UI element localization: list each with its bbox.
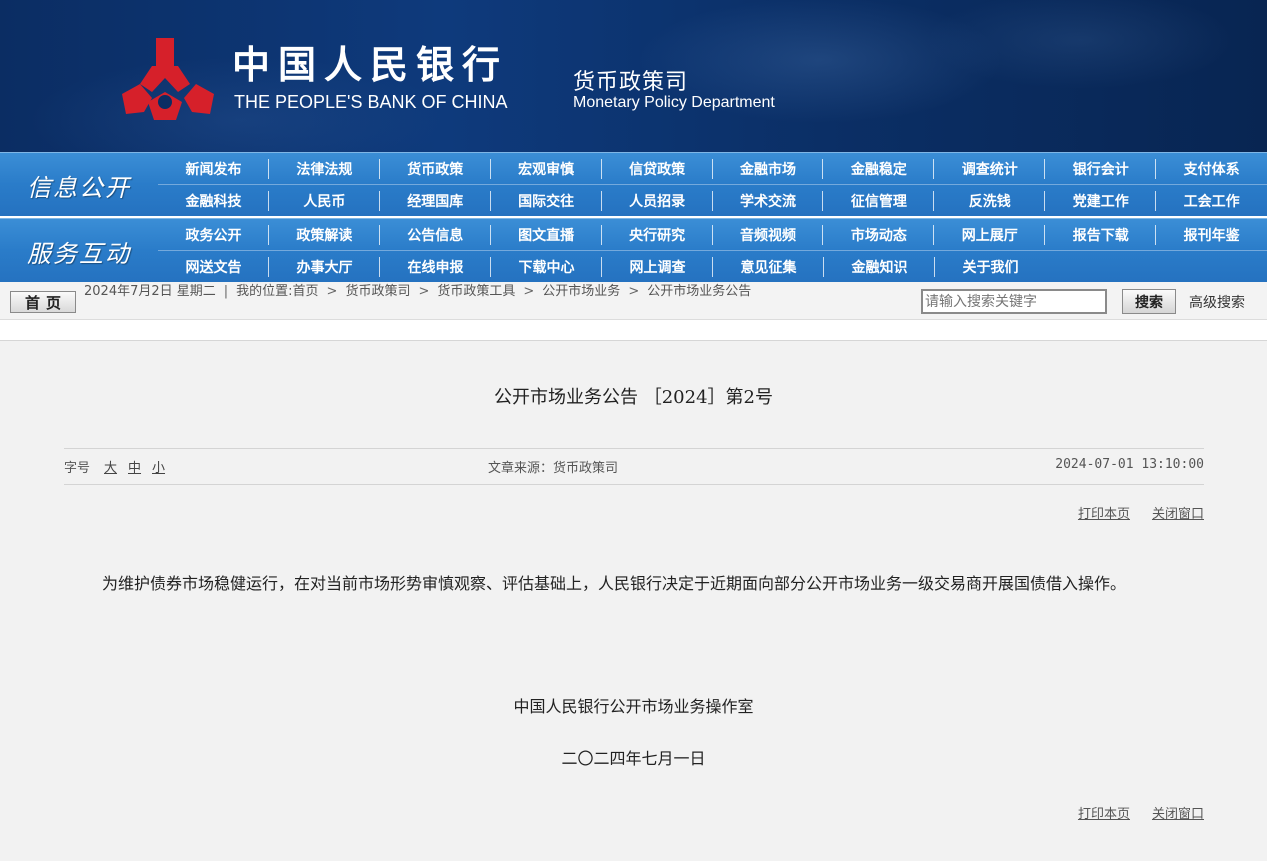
nav-item[interactable]: 关于我们 (935, 251, 1046, 283)
nav-item[interactable]: 网上展厅 (934, 219, 1046, 251)
nav-item[interactable]: 信贷政策 (602, 153, 713, 185)
nav-item[interactable]: 报刊年鉴 (1156, 219, 1267, 251)
nav-section-title-service: 服务互动 (27, 239, 131, 268)
department-name-en: Monetary Policy Department (573, 94, 775, 111)
nav-item[interactable]: 宏观审慎 (491, 153, 602, 185)
bank-name-en: THE PEOPLE'S BANK OF CHINA (234, 92, 508, 112)
site-header-banner: 中国人民银行 THE PEOPLE'S BANK OF CHINA 货币政策司 … (0, 0, 1267, 152)
font-size-small-link[interactable]: 小 (152, 457, 165, 476)
search-input[interactable] (921, 289, 1107, 314)
nav-item[interactable]: 金融知识 (824, 251, 935, 283)
article-body: 为维护债券市场稳健运行，在对当前市场形势审慎观察、评估基础上，人民银行决定于近期… (102, 574, 1127, 593)
nav-item[interactable]: 支付体系 (1156, 153, 1267, 185)
article-sign-date: 二〇二四年七月一日 (561, 749, 706, 768)
current-date: 2024年7月2日 星期二 (84, 284, 216, 299)
nav-item[interactable]: 调查统计 (934, 153, 1046, 185)
nav-item[interactable]: 货币政策 (380, 153, 491, 185)
article-actions-top: 打印本页 关闭窗口 (1056, 503, 1204, 522)
nav-item[interactable]: 党建工作 (1045, 185, 1157, 217)
nav-item[interactable]: 在线申报 (380, 251, 491, 283)
nav-item[interactable]: 下载中心 (491, 251, 602, 283)
divider (64, 484, 1204, 485)
print-page-link[interactable]: 打印本页 (1078, 507, 1130, 522)
article-signature: 中国人民银行公开市场业务操作室 (513, 697, 754, 716)
nav-item[interactable]: 图文直播 (491, 219, 602, 251)
nav-item[interactable]: 学术交流 (713, 185, 824, 217)
department-name-cn: 货币政策司 (573, 70, 689, 95)
article-title: 公开市场业务公告 ［2024］第2号 (494, 387, 773, 408)
nav-item[interactable]: 反洗钱 (934, 185, 1046, 217)
nav-item[interactable]: 公告信息 (380, 219, 491, 251)
nav-item[interactable]: 金融市场 (713, 153, 824, 185)
breadcrumb-home-link[interactable]: 我的位置:首页 (236, 284, 318, 299)
print-page-link[interactable]: 打印本页 (1078, 807, 1130, 822)
chevron-right-icon: > (326, 284, 338, 299)
nav-info-disclosure: 信息公开 新闻发布 法律法规 货币政策 宏观审慎 信贷政策 金融市场 金融稳定 … (0, 152, 1267, 216)
nav-item[interactable]: 银行会计 (1045, 153, 1157, 185)
home-button[interactable]: 首页 (10, 291, 76, 313)
article-source: 文章来源：货币政策司 (488, 461, 619, 476)
nav-item[interactable]: 央行研究 (602, 219, 713, 251)
chevron-right-icon: > (523, 284, 535, 299)
nav-row: 金融科技 人民币 经理国库 国际交往 人员招录 学术交流 征信管理 反洗钱 党建… (158, 185, 1267, 217)
divider (64, 448, 1204, 449)
article-meta: 字号 大 中 小 文章来源：货币政策司 2024-07-01 13:10:00 (64, 457, 1204, 477)
nav-item[interactable]: 工会工作 (1156, 185, 1267, 217)
nav-item[interactable]: 政务公开 (158, 219, 269, 251)
nav-item[interactable]: 政策解读 (269, 219, 380, 251)
chevron-right-icon: > (628, 284, 640, 299)
nav-item[interactable]: 人员招录 (602, 185, 713, 217)
bank-name-cn: 中国人民银行 (232, 42, 509, 87)
search-button[interactable]: 搜索 (1122, 289, 1176, 314)
breadcrumb-link[interactable]: 货币政策工具 (437, 284, 515, 299)
nav-row: 政务公开 政策解读 公告信息 图文直播 央行研究 音频视频 市场动态 网上展厅 … (158, 219, 1267, 251)
nav-item[interactable]: 经理国库 (380, 185, 491, 217)
advanced-search-link[interactable]: 高级搜索 (1189, 292, 1245, 312)
article-actions-bottom: 打印本页 关闭窗口 (1056, 803, 1204, 822)
nav-item[interactable]: 金融稳定 (823, 153, 935, 185)
separator: | (223, 284, 229, 299)
close-window-link[interactable]: 关闭窗口 (1152, 807, 1204, 822)
article-panel: 公开市场业务公告 ［2024］第2号 字号 大 中 小 文章来源：货币政策司 2… (0, 340, 1267, 861)
breadcrumb-link[interactable]: 公开市场业务 (542, 284, 620, 299)
nav-item[interactable]: 法律法规 (269, 153, 380, 185)
nav-row: 网送文告 办事大厅 在线申报 下载中心 网上调查 意见征集 金融知识 关于我们 (158, 251, 1267, 283)
nav-item[interactable]: 征信管理 (823, 185, 935, 217)
font-size-label: 字号 (64, 461, 91, 476)
breadcrumb-bar: 首页 2024年7月2日 星期二 | 我的位置:首页 > 货币政策司 > 货币政策工具 > 公开… (0, 282, 1267, 320)
nav-item[interactable]: 报告下载 (1045, 219, 1157, 251)
nav-item[interactable]: 意见征集 (713, 251, 824, 283)
nav-section-title-info: 信息公开 (27, 173, 131, 202)
font-size-large-link[interactable]: 大 (104, 457, 117, 476)
nav-row: 新闻发布 法律法规 货币政策 宏观审慎 信贷政策 金融市场 金融稳定 调查统计 … (158, 153, 1267, 185)
close-window-link[interactable]: 关闭窗口 (1152, 507, 1204, 522)
nav-item[interactable]: 人民币 (269, 185, 380, 217)
pboc-emblem-icon (122, 38, 214, 120)
nav-service-interaction: 服务互动 政务公开 政策解读 公告信息 图文直播 央行研究 音频视频 市场动态 … (0, 218, 1267, 282)
publish-time: 2024-07-01 13:10:00 (1055, 457, 1204, 472)
nav-item[interactable]: 办事大厅 (269, 251, 380, 283)
nav-item[interactable]: 国际交往 (491, 185, 602, 217)
nav-item[interactable]: 市场动态 (823, 219, 935, 251)
nav-item[interactable]: 金融科技 (158, 185, 269, 217)
breadcrumb: 2024年7月2日 星期二 | 我的位置:首页 > 货币政策司 > 货币政策工具 > 公开市场业… (84, 284, 916, 300)
nav-item[interactable]: 网上调查 (602, 251, 713, 283)
breadcrumb-link[interactable]: 货币政策司 (345, 284, 410, 299)
breadcrumb-current[interactable]: 公开市场业务公告 (647, 284, 751, 299)
chevron-right-icon: > (418, 284, 430, 299)
nav-item[interactable]: 新闻发布 (158, 153, 269, 185)
nav-item[interactable]: 音频视频 (713, 219, 824, 251)
nav-item[interactable]: 网送文告 (158, 251, 269, 283)
font-size-medium-link[interactable]: 中 (128, 457, 141, 476)
